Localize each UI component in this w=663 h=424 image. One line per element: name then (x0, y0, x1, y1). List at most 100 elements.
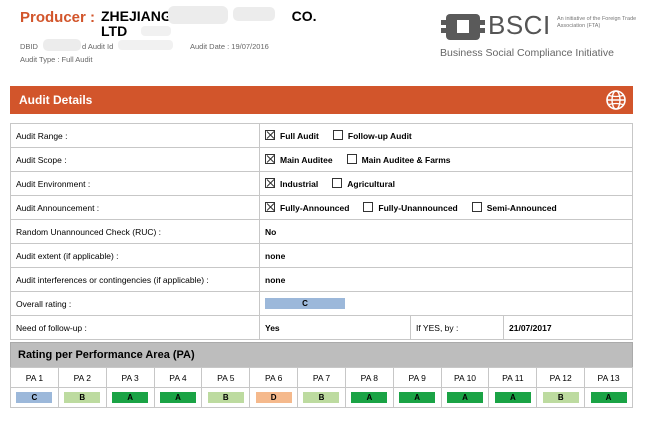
option-checkbox[interactable]: Full Audit (265, 130, 319, 141)
detail-row: Audit Range : Full Audit Follow-up Audit (10, 123, 633, 148)
pa-header-cell: PA 3 (105, 367, 155, 388)
detail-row: Audit Announcement : Fully-Announced Fully… (10, 195, 633, 220)
detail-row: Audit Environment : Industrial Agricultura… (10, 171, 633, 196)
pa-rating-cell: A (105, 387, 155, 408)
pa-section-title: Rating per Performance Area (PA) (18, 349, 195, 361)
option-label: Follow-up Audit (347, 131, 412, 141)
redaction-mark (168, 6, 228, 24)
checked-box-icon[interactable] (265, 154, 275, 164)
pa-header-cell: PA 10 (440, 367, 490, 388)
option-label: Main Auditee (280, 155, 333, 165)
detail-label: Audit Announcement : (10, 195, 260, 220)
bsci-tagline: Business Social Compliance Initiative (440, 47, 614, 59)
pa-rating-table: PA 1 PA 2 PA 3 PA 4 PA 5 PA 6 PA 7 PA 8 PA 9 PA 1… (10, 367, 633, 408)
detail-label: Audit Environment : (10, 171, 260, 196)
option-label: Full Audit (280, 131, 319, 141)
pa-rating-cell: A (584, 387, 633, 408)
pa-header-cell: PA 11 (488, 367, 538, 388)
pa-header-cell: PA 9 (392, 367, 442, 388)
pa-header-cell: PA 12 (536, 367, 586, 388)
pa-header-cell: PA 2 (57, 367, 107, 388)
overall-rating-cell: C (259, 291, 633, 316)
detail-row: Audit interferences or contingencies (if… (10, 267, 633, 292)
checked-box-icon[interactable] (265, 178, 275, 188)
pa-rating-badge: B (207, 392, 244, 403)
option-checkbox[interactable]: Follow-up Audit (332, 130, 412, 141)
detail-options: Industrial Agricultural (259, 171, 633, 196)
report-header: Producer : ZHEJIANG CO. LTD DBID d Audit… (0, 0, 663, 80)
pa-rating-cell: A (153, 387, 203, 408)
detail-value: Yes (259, 315, 411, 340)
detail-label: Random Unannounced Check (RUC) : (10, 219, 260, 244)
pa-header-cell: PA 5 (201, 367, 251, 388)
checked-box-icon[interactable] (265, 202, 275, 212)
empty-box-icon[interactable] (332, 130, 343, 140)
pa-rating-cell: A (440, 387, 490, 408)
pa-header-row: PA 1 PA 2 PA 3 PA 4 PA 5 PA 6 PA 7 PA 8 PA 9 PA 1… (10, 367, 633, 388)
pa-rating-cell: B (297, 387, 346, 408)
pa-rating-badge: A (159, 392, 196, 403)
audit-id-label: d Audit Id (82, 42, 114, 51)
globe-icon (606, 90, 626, 110)
checked-box-icon[interactable] (265, 130, 275, 140)
pa-rating-badge: A (351, 392, 388, 403)
pa-rating-badge: D (255, 392, 292, 403)
producer-name-suffix: CO. (291, 8, 317, 24)
pa-header-cell: PA 7 (297, 367, 346, 388)
detail-row: Overall rating : C (10, 291, 633, 316)
detail-label: Overall rating : (10, 291, 260, 316)
detail-label: Audit Scope : (10, 147, 260, 172)
empty-box-icon[interactable] (346, 154, 357, 164)
pa-rating-cell: A (392, 387, 442, 408)
pa-header-cell: PA 8 (344, 367, 394, 388)
detail-value: No (259, 219, 633, 244)
bsci-wordmark: BSCI (488, 10, 551, 40)
audit-details-table: Audit Range : Full Audit Follow-up Audit Au… (10, 123, 633, 340)
redaction-mark (141, 26, 171, 36)
section-title: Audit Details (19, 93, 93, 107)
pa-header-cell: PA 6 (249, 367, 299, 388)
pa-rating-badge: A (399, 392, 436, 403)
follow-up-date: 21/07/2017 (503, 315, 633, 340)
option-checkbox[interactable]: Semi-Announced (471, 202, 557, 213)
pa-rating-badge: A (112, 392, 149, 403)
option-label: Agricultural (347, 179, 395, 189)
option-checkbox[interactable]: Fully-Announced (265, 202, 349, 213)
pa-rating-badge: B (64, 392, 101, 403)
pa-rating-cell: D (249, 387, 299, 408)
detail-options: Fully-Announced Fully-Unannounced Semi-Ann… (259, 195, 633, 220)
bsci-emblem-icon (441, 14, 485, 40)
bsci-logo: BSCI An initiative of the Foreign Trade … (440, 10, 640, 65)
option-label: Industrial (280, 179, 319, 189)
redaction-mark (43, 39, 81, 51)
pa-rating-badge: B (542, 392, 579, 403)
detail-label: Need of follow-up : (10, 315, 260, 340)
pa-rating-badge: A (447, 392, 484, 403)
pa-rating-badge: C (16, 392, 53, 403)
detail-label: Audit extent (if applicable) : (10, 243, 260, 268)
option-checkbox[interactable]: Main Auditee & Farms (346, 154, 451, 165)
empty-box-icon[interactable] (471, 202, 482, 212)
detail-value: none (259, 243, 633, 268)
option-checkbox[interactable]: Fully-Unannounced (363, 202, 458, 213)
detail-label: Audit interferences or contingencies (if… (10, 267, 260, 292)
producer-name-first: ZHEJIANG (101, 8, 172, 24)
dbid-label: DBID (20, 42, 38, 51)
pa-rating-cell: B (201, 387, 251, 408)
detail-row: Need of follow-up : Yes If YES, by :21/07/… (10, 315, 633, 340)
empty-box-icon[interactable] (363, 202, 374, 212)
option-checkbox[interactable]: Main Auditee (265, 154, 333, 165)
detail-options: Full Audit Follow-up Audit (259, 123, 633, 148)
redaction-mark (233, 7, 275, 21)
audit-type: Audit Type : Full Audit (20, 55, 93, 64)
pa-rating-cell: A (344, 387, 394, 408)
pa-rating-badge: A (590, 392, 627, 403)
detail-value: none (259, 267, 633, 292)
pa-rating-cell: B (57, 387, 107, 408)
option-checkbox[interactable]: Agricultural (332, 178, 395, 189)
audit-date: Audit Date : 19/07/2016 (190, 42, 269, 51)
option-checkbox[interactable]: Industrial (265, 178, 318, 189)
pa-rating-cell: B (536, 387, 586, 408)
redaction-mark (118, 40, 173, 50)
empty-box-icon[interactable] (332, 178, 343, 188)
